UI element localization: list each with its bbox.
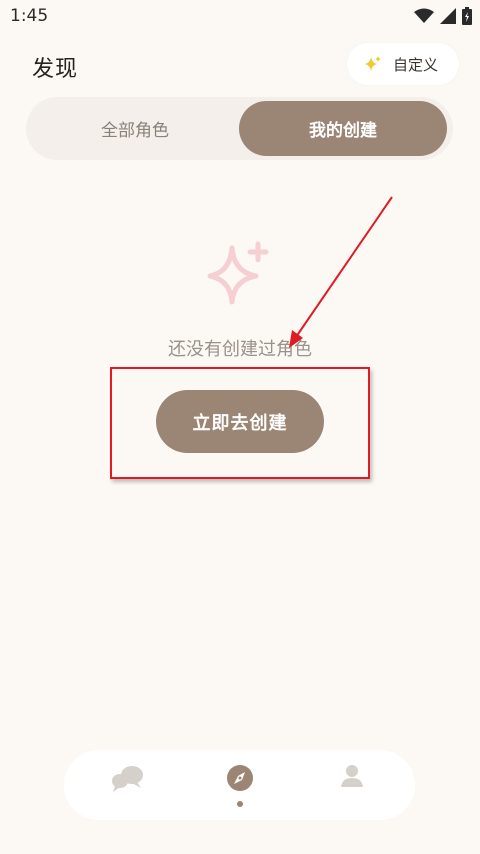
wifi-icon	[414, 8, 434, 24]
cellular-signal-icon	[440, 8, 456, 24]
annotation-highlight-box	[110, 367, 370, 479]
battery-icon	[462, 7, 472, 25]
tab-my-creations[interactable]: 我的创建	[239, 101, 447, 156]
customize-button[interactable]: 自定义	[347, 43, 459, 85]
compass-icon	[227, 765, 253, 791]
sparkle-outline-icon	[207, 241, 269, 305]
nav-profile[interactable]	[330, 764, 374, 808]
active-indicator-dot	[237, 801, 243, 807]
status-time: 1:45	[10, 6, 49, 26]
chat-bubbles-icon	[112, 766, 143, 792]
status-bar: 1:45	[0, 0, 480, 34]
customize-label: 自定义	[393, 55, 439, 74]
tab-all-characters[interactable]: 全部角色	[30, 101, 240, 156]
sparkle-icon	[365, 56, 381, 71]
person-icon	[341, 765, 363, 787]
nav-chat[interactable]	[106, 764, 150, 808]
page-title: 发现	[32, 57, 79, 82]
bottom-nav	[64, 750, 415, 820]
category-tabs: 全部角色 我的创建	[26, 97, 453, 160]
status-icons	[414, 7, 472, 25]
empty-state-message: 还没有创建过角色	[168, 339, 312, 360]
